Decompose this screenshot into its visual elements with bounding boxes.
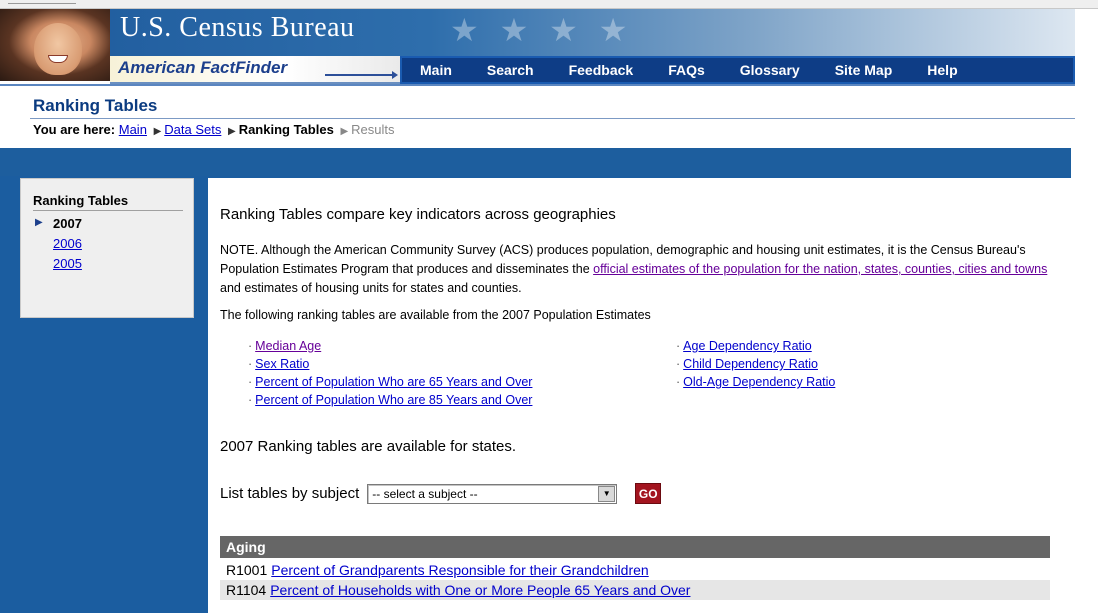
main-nav: Main Search Feedback FAQs Glossary Site … <box>400 56 1075 84</box>
old-age-dependency-link[interactable]: Old-Age Dependency Ratio <box>683 375 835 389</box>
browser-top-strip <box>0 0 1098 9</box>
header-photo <box>0 9 110 81</box>
list-item: · Sex Ratio <box>248 355 532 373</box>
breadcrumb-main-link[interactable]: Main <box>119 122 147 137</box>
list-item: · Median Age <box>248 337 532 355</box>
logo-arrow-icon <box>325 71 398 79</box>
factfinder-logo-text: American FactFinder <box>118 58 288 77</box>
site-header: U.S. Census Bureau ★ ★ ★ ★ American Fact… <box>0 9 1075 89</box>
breadcrumb-arrow-icon: ▶ <box>227 126 236 137</box>
sidebar-item-link[interactable]: 2006 <box>53 236 82 251</box>
main-panel: Ranking Tables compare key indicators ac… <box>208 178 1071 613</box>
table-link[interactable]: Percent of Grandparents Responsible for … <box>271 562 648 578</box>
pct-85-link[interactable]: Percent of Population Who are 85 Years a… <box>255 393 532 407</box>
breadcrumb-label: You are here: <box>33 122 116 137</box>
breadcrumb-arrow-icon: ▶ <box>340 126 349 137</box>
breadcrumb-datasets-link[interactable]: Data Sets <box>164 122 221 137</box>
intro-text: Ranking Tables compare key indicators ac… <box>220 206 616 223</box>
list-item: · Percent of Population Who are 85 Years … <box>248 391 532 409</box>
header-divider <box>0 84 1075 86</box>
table-code: R1001 <box>226 562 268 578</box>
frame-top-bar <box>0 148 1071 176</box>
bullet-icon: · <box>248 375 253 389</box>
bullet-icon: · <box>248 393 253 407</box>
table-code: R1104 <box>226 582 267 598</box>
states-note: 2007 Ranking tables are available for st… <box>220 438 517 455</box>
right-link-list: · Age Dependency Ratio · Child Dependency … <box>676 337 835 391</box>
official-estimates-link[interactable]: official estimates of the population for… <box>593 262 1047 276</box>
sidebar-title: Ranking Tables <box>33 193 183 211</box>
pct-65-link[interactable]: Percent of Population Who are 65 Years a… <box>255 375 532 389</box>
breadcrumb-current: Ranking Tables <box>238 122 334 137</box>
nav-help[interactable]: Help <box>909 62 957 78</box>
bullet-icon: · <box>248 339 253 353</box>
list-item: · Child Dependency Ratio <box>676 355 835 373</box>
available-text: The following ranking tables are availab… <box>220 308 651 322</box>
child-dependency-link[interactable]: Child Dependency Ratio <box>683 357 818 371</box>
triangle-right-icon: ▶ <box>35 217 43 228</box>
photo-face <box>34 23 82 75</box>
table-row: R1001 Percent of Grandparents Responsible… <box>220 560 1050 580</box>
bullet-icon: · <box>676 375 681 389</box>
bullet-icon: · <box>676 357 681 371</box>
chevron-down-icon[interactable]: ▼ <box>598 485 616 502</box>
breadcrumb-next: Results <box>351 122 395 137</box>
nav-faqs[interactable]: FAQs <box>650 62 705 78</box>
subject-row: List tables by subject -- select a subje… <box>220 483 662 504</box>
factfinder-logo[interactable]: American FactFinder <box>110 56 400 84</box>
list-item: · Age Dependency Ratio <box>676 337 835 355</box>
sex-ratio-link[interactable]: Sex Ratio <box>255 357 309 371</box>
bullet-icon: · <box>248 357 253 371</box>
nav-main[interactable]: Main <box>402 62 452 78</box>
age-dependency-link[interactable]: Age Dependency Ratio <box>683 339 812 353</box>
left-link-list: · Median Age · Sex Ratio · Percent of Popul… <box>248 337 532 409</box>
nav-glossary[interactable]: Glossary <box>722 62 800 78</box>
note-post: and estimates of housing units for state… <box>220 281 522 295</box>
page-title: Ranking Tables <box>33 96 158 115</box>
nav-search[interactable]: Search <box>469 62 534 78</box>
subject-label: List tables by subject <box>220 485 360 502</box>
subject-select[interactable]: -- select a subject -- ▼ <box>367 483 618 504</box>
browser-tab <box>8 0 76 4</box>
sidebar-item-link[interactable]: 2005 <box>53 256 82 271</box>
breadcrumb-arrow-icon: ▶ <box>153 126 162 137</box>
sidebar-item-label: 2007 <box>53 216 82 231</box>
nav-site-map[interactable]: Site Map <box>817 62 893 78</box>
bullet-icon: · <box>676 339 681 353</box>
agency-title[interactable]: U.S. Census Bureau <box>120 12 355 44</box>
sidebar: Ranking Tables ▶ 2007 2006 2005 <box>20 178 194 318</box>
title-divider <box>30 118 1075 119</box>
median-age-link[interactable]: Median Age <box>255 339 321 353</box>
subject-select-value: -- select a subject -- <box>372 486 478 501</box>
note-text: NOTE. Although the American Community Su… <box>220 241 1050 298</box>
list-item: · Old-Age Dependency Ratio <box>676 373 835 391</box>
list-item: · Percent of Population Who are 65 Years … <box>248 373 532 391</box>
go-button[interactable]: GO <box>635 483 662 504</box>
sidebar-item-2005[interactable]: 2005 <box>33 256 183 271</box>
table-link[interactable]: Percent of Households with One or More P… <box>270 582 690 598</box>
content-frame: Ranking Tables ▶ 2007 2006 2005 Ranking … <box>0 148 1071 613</box>
sidebar-item-2006[interactable]: 2006 <box>33 236 183 251</box>
stars-decoration: ★ ★ ★ ★ <box>450 12 634 48</box>
category-header: Aging <box>220 536 1050 558</box>
breadcrumb: You are here: Main ▶ Data Sets ▶ Ranking T… <box>33 122 395 137</box>
nav-feedback[interactable]: Feedback <box>551 62 634 78</box>
table-row: R1104 Percent of Households with One or M… <box>220 580 1050 600</box>
sidebar-item-2007[interactable]: ▶ 2007 <box>33 216 183 231</box>
